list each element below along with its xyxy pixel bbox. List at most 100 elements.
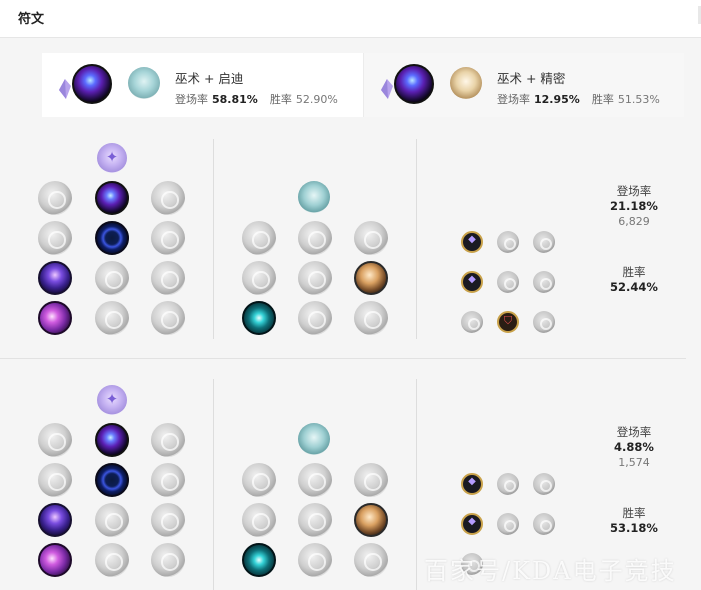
inspiration-tree-icon: [298, 181, 330, 213]
build-win-rate: 胜率 53.18%: [594, 506, 674, 536]
shard-magic-resist-icon: [533, 513, 555, 535]
inspiration-tree-icon: [128, 67, 160, 99]
shard-adaptive-force-icon: [461, 271, 483, 293]
win-rate-value: 53.18%: [610, 521, 658, 535]
win-rate-label: 胜率: [269, 93, 292, 106]
pick-rate-value: 58.81%: [212, 93, 258, 106]
rune-approach-velocity-icon: [298, 543, 332, 577]
rune-arcane-comet-icon: [95, 423, 129, 457]
pick-rate-label: 登场率: [616, 425, 652, 439]
watermark: 百家号/KDA电子竞技: [424, 557, 677, 585]
shard-adaptive-force-icon: [461, 473, 483, 495]
build-win-rate: 胜率 52.44%: [594, 265, 674, 295]
rune-cosmic-insight-icon: [242, 543, 276, 577]
rune-biscuit-delivery-icon: [354, 261, 388, 295]
path-name: 巫术 + 精密: [497, 71, 566, 86]
shard-crystal-icon: [59, 79, 71, 99]
build-pick-rate: 登场率 21.18% 6,829: [594, 184, 674, 229]
rune-magical-footwear-icon: [298, 463, 332, 497]
rune-gathering-storm-icon: [151, 543, 185, 577]
build-pick-rate: 登场率 4.88% 1,574: [594, 425, 674, 470]
rune-biscuit-delivery-icon: [354, 503, 388, 537]
rune-minion-dematerializer-icon: [298, 261, 332, 295]
rune-summon-aery-icon: [38, 181, 72, 215]
shard-armor-icon: [497, 271, 519, 293]
rune-manaflow-band-icon: [95, 463, 129, 497]
column-divider: [416, 379, 417, 590]
rune-triple-tonic-icon: [354, 463, 388, 497]
win-rate-value: 52.44%: [610, 280, 658, 294]
rune-manaflow-band-icon: [95, 221, 129, 255]
rune-path-summary: 巫术 + 启迪 登场率 58.81% 胜率 52.90% 巫术 + 精密 登场率 12.…: [42, 53, 684, 117]
rune-triple-tonic-icon: [354, 221, 388, 255]
keystone-arcane-comet-icon: [72, 64, 112, 104]
shard-attack-speed-icon: [497, 231, 519, 253]
pick-rate-value: 4.88%: [614, 440, 654, 454]
shard-ability-haste-icon: [533, 473, 555, 495]
rune-magical-footwear-icon: [298, 221, 332, 255]
win-rate-value: 51.53%: [617, 93, 660, 106]
rune-gathering-storm-icon: [151, 301, 185, 335]
rune-nullifying-orb-icon: [38, 221, 72, 255]
rune-absolute-focus-icon: [151, 261, 185, 295]
win-rate-label: 胜率: [591, 93, 614, 106]
rune-arcane-comet-icon: [95, 181, 129, 215]
pick-rate-label: 登场率: [497, 93, 530, 106]
section-header: 符文: [0, 0, 701, 38]
rune-nimbus-cloak-icon: [151, 221, 185, 255]
column-divider: [416, 139, 417, 339]
section-title: 符文: [18, 12, 45, 27]
rune-future-market-icon: [242, 503, 276, 537]
precision-tree-icon: [450, 67, 482, 99]
pick-rate-value: 12.95%: [534, 93, 580, 106]
rune-time-warp-tonic-icon: [354, 543, 388, 577]
rune-absolute-focus-icon: [151, 503, 185, 537]
pick-rate-label: 登场率: [616, 184, 652, 198]
rune-nullifying-orb-icon: [38, 463, 72, 497]
rune-nimbus-cloak-icon: [151, 463, 185, 497]
rune-phase-rush-icon: [151, 423, 185, 457]
rune-phase-rush-icon: [151, 181, 185, 215]
column-divider: [213, 379, 214, 590]
path-option-sorcery-precision[interactable]: 巫术 + 精密 登场率 12.95% 胜率 51.53%: [363, 53, 684, 117]
shard-magic-resist-icon: [533, 311, 555, 333]
keystone-arcane-comet-icon: [394, 64, 434, 104]
shard-armor-icon: [497, 311, 519, 333]
rune-scorch-icon: [38, 543, 72, 577]
rune-celerity-icon: [95, 503, 129, 537]
rune-time-warp-tonic-icon: [354, 301, 388, 335]
shard-health-icon: [461, 311, 483, 333]
rune-minion-dematerializer-icon: [298, 503, 332, 537]
rune-hextech-flashtraption-icon: [242, 221, 276, 255]
shard-armor-icon: [497, 513, 519, 535]
shard-ability-haste-icon: [533, 231, 555, 253]
shard-crystal-icon: [381, 79, 393, 99]
pick-rate-label: 登场率: [175, 93, 208, 106]
rune-celerity-icon: [95, 261, 129, 295]
build-separator: [0, 358, 686, 359]
sorcery-tree-icon: [97, 385, 127, 415]
rune-waterwalking-icon: [95, 543, 129, 577]
path-stats: 登场率 58.81% 胜率 52.90%: [175, 91, 338, 107]
rune-future-market-icon: [242, 261, 276, 295]
sorcery-tree-icon: [97, 143, 127, 173]
rune-cosmic-insight-icon: [242, 301, 276, 335]
win-rate-label: 胜率: [622, 506, 646, 520]
column-divider: [213, 139, 214, 339]
shard-magic-resist-icon: [533, 271, 555, 293]
rune-scorch-icon: [38, 301, 72, 335]
inspiration-tree-icon: [298, 423, 330, 455]
path-name: 巫术 + 启迪: [175, 71, 244, 86]
shard-adaptive-force-icon: [461, 513, 483, 535]
path-option-sorcery-inspiration[interactable]: 巫术 + 启迪 登场率 58.81% 胜率 52.90%: [42, 53, 363, 117]
shard-adaptive-force-icon: [461, 231, 483, 253]
rune-waterwalking-icon: [95, 301, 129, 335]
pick-rate-value: 21.18%: [610, 199, 658, 213]
win-rate-value: 52.90%: [295, 93, 338, 106]
rune-approach-velocity-icon: [298, 301, 332, 335]
rune-hextech-flashtraption-icon: [242, 463, 276, 497]
games-count: 1,574: [618, 456, 650, 469]
games-count: 6,829: [618, 215, 650, 228]
rune-summon-aery-icon: [38, 423, 72, 457]
rune-transcendence-icon: [38, 261, 72, 295]
